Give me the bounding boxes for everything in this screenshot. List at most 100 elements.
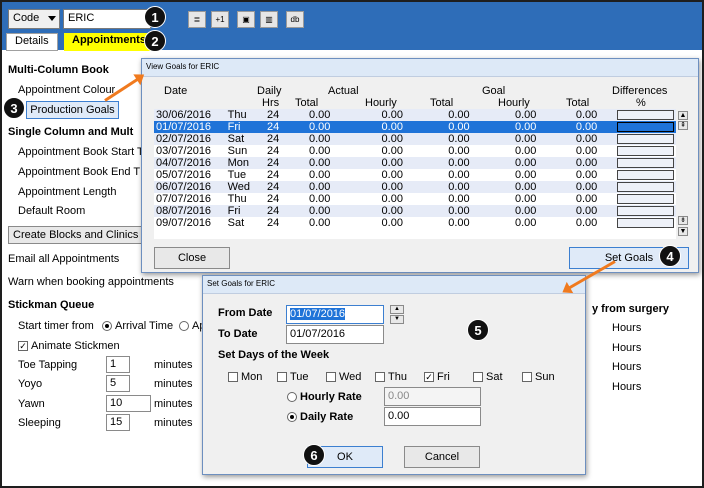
table-row[interactable]: 08/07/2016 Fri 24 0.00 0.00 0.00 0.00 0.00 (154, 205, 676, 217)
day-label: Thu (388, 371, 407, 383)
app-window: Code ERIC 1 ≣ +1 ▣ ▥ db Details Appointm… (0, 0, 704, 488)
view-goals-window: View Goals for ERIC Date Daily Actual Go… (141, 58, 699, 273)
table-row[interactable]: 07/07/2016 Thu 24 0.00 0.00 0.00 0.00 0.00 (154, 193, 676, 205)
goal-cell-a-total: 0.00 (281, 121, 333, 133)
table-row[interactable]: 02/07/2016 Sat 24 0.00 0.00 0.00 0.00 0.00 (154, 133, 676, 145)
day-option-fri[interactable]: ✓ Fri (424, 371, 450, 383)
goal-cell-g-total: 0.00 (404, 133, 472, 145)
table-row[interactable]: 30/06/2016 Thu 24 0.00 0.00 0.00 0.00 0.00 (154, 109, 676, 121)
header-percent: % (636, 97, 646, 109)
goal-cell-day: Sun (225, 145, 258, 157)
set-goals-dialog: Set Goals for ERIC From Date 01/07/2016 … (202, 275, 586, 475)
table-row[interactable]: 01/07/2016 Fri 24 0.00 0.00 0.00 0.00 0.00 (154, 121, 676, 133)
table-scrollbar[interactable]: ▲ ⇞ ⇟ ▼ (678, 111, 688, 237)
create-blocks-button[interactable]: Create Blocks and Clinics (8, 226, 142, 244)
from-date-spinner[interactable]: ▲ ▼ (390, 305, 404, 325)
animate-stickmen-checkbox[interactable]: ✓ (18, 341, 28, 352)
scroll-up-icon[interactable]: ▲ (678, 111, 688, 120)
plus-one-button[interactable]: +1 (211, 11, 229, 28)
to-date-input[interactable]: 01/07/2016 (286, 325, 384, 344)
goal-cell-g-hourly: 0.00 (471, 109, 539, 121)
delete-icon[interactable]: ▥ (260, 11, 278, 28)
spin-up-icon[interactable]: ▲ (390, 305, 404, 314)
hourly-rate-option[interactable]: Hourly Rate (287, 391, 362, 403)
page-down-icon[interactable]: ⇟ (678, 216, 688, 225)
save-icon[interactable]: ▣ (237, 11, 255, 28)
difference-cell (615, 205, 676, 217)
hourly-rate-input[interactable]: 0.00 (384, 387, 481, 406)
table-row[interactable]: 06/07/2016 Wed 24 0.00 0.00 0.00 0.00 0.00 (154, 181, 676, 193)
hourly-rate-radio[interactable] (287, 392, 297, 403)
day-checkbox[interactable] (228, 372, 238, 383)
database-icon[interactable]: db (286, 11, 304, 28)
goal-cell-day: Wed (225, 181, 258, 193)
day-checkbox[interactable] (375, 372, 385, 383)
difference-bar (617, 194, 674, 204)
day-option-tue[interactable]: Tue (277, 371, 309, 383)
difference-bar (617, 170, 674, 180)
cancel-button[interactable]: Cancel (404, 446, 480, 468)
day-option-sat[interactable]: Sat (473, 371, 503, 383)
multi-column-heading: Multi-Column Book (8, 64, 109, 76)
from-date-input[interactable]: 01/07/2016 (286, 305, 384, 324)
daily-rate-radio[interactable] (287, 412, 297, 423)
tab-appointments[interactable]: Appointments (64, 33, 154, 51)
close-button[interactable]: Close (154, 247, 230, 269)
table-row[interactable]: 04/07/2016 Mon 24 0.00 0.00 0.00 0.00 0.00 (154, 157, 676, 169)
day-label: Sun (535, 371, 555, 383)
goal-cell-a-hourly: 0.00 (332, 145, 405, 157)
day-checkbox[interactable] (277, 372, 287, 383)
goal-cell-day: Sat (225, 217, 258, 229)
daily-rate-option[interactable]: Daily Rate (287, 411, 353, 423)
sleeping-input[interactable]: 15 (106, 414, 130, 431)
day-option-sun[interactable]: Sun (522, 371, 555, 383)
goal-cell-g-total: 0.00 (404, 121, 472, 133)
goal-cell-a-total: 0.00 (281, 133, 333, 145)
toe-tapping-input[interactable]: 1 (106, 356, 130, 373)
table-row[interactable]: 09/07/2016 Sat 24 0.00 0.00 0.00 0.00 0.00 (154, 217, 676, 229)
goal-cell-g-total: 0.00 (404, 205, 472, 217)
yoyo-input[interactable]: 5 (106, 375, 130, 392)
goal-cell-date: 02/07/2016 (154, 133, 226, 145)
day-checkbox[interactable] (522, 372, 532, 383)
callout-6: 6 (303, 444, 325, 466)
single-column-heading: Single Column and Mult (8, 126, 134, 138)
header-actual-hourly: Hourly (365, 97, 397, 109)
code-combo[interactable]: Code (8, 9, 60, 29)
arrival-time-option[interactable]: Arrival Time (102, 320, 173, 332)
day-label: Mon (241, 371, 263, 383)
goal-cell-hrs: 24 (257, 181, 282, 193)
production-goals-button[interactable]: Production Goals (26, 101, 119, 119)
page-up-icon[interactable]: ⇞ (678, 121, 688, 130)
scroll-down-icon[interactable]: ▼ (678, 227, 688, 236)
day-checkbox[interactable]: ✓ (424, 372, 434, 383)
animate-stickmen-option[interactable]: ✓ Animate Stickmen (18, 340, 120, 352)
ap-radio[interactable] (179, 321, 189, 332)
table-row[interactable]: 03/07/2016 Sun 24 0.00 0.00 0.00 0.00 0.00 (154, 145, 676, 157)
goal-cell-day: Thu (225, 193, 258, 205)
header-hrs: Hrs (262, 97, 280, 109)
day-option-wed[interactable]: Wed (326, 371, 361, 383)
day-checkbox[interactable] (473, 372, 483, 383)
goal-cell-date: 06/07/2016 (154, 181, 226, 193)
yawn-input[interactable]: 10 (106, 395, 151, 412)
tab-details[interactable]: Details (6, 33, 58, 51)
difference-bar (617, 134, 674, 144)
minutes-label: minutes (154, 398, 193, 410)
day-option-mon[interactable]: Mon (228, 371, 262, 383)
day-checkbox[interactable] (326, 372, 336, 383)
spin-down-icon[interactable]: ▼ (390, 315, 404, 324)
patient-name-field[interactable]: ERIC (63, 9, 151, 29)
goal-cell-g-hourly: 0.00 (471, 169, 539, 181)
table-row[interactable]: 05/07/2016 Tue 24 0.00 0.00 0.00 0.00 0.00 (154, 169, 676, 181)
arrival-time-radio[interactable] (102, 321, 112, 332)
align-icon[interactable]: ≣ (188, 11, 206, 28)
goals-table-body[interactable]: 30/06/2016 Thu 24 0.00 0.00 0.00 0.00 0.00 01/07… (154, 109, 676, 239)
difference-bar (617, 206, 674, 216)
goal-cell-a-hourly: 0.00 (332, 133, 405, 145)
hours-label: Hours (612, 322, 642, 334)
set-days-heading: Set Days of the Week (218, 349, 330, 361)
email-all-label: Email all Appointments (8, 253, 120, 265)
daily-rate-input[interactable]: 0.00 (384, 407, 481, 426)
day-option-thu[interactable]: Thu (375, 371, 407, 383)
